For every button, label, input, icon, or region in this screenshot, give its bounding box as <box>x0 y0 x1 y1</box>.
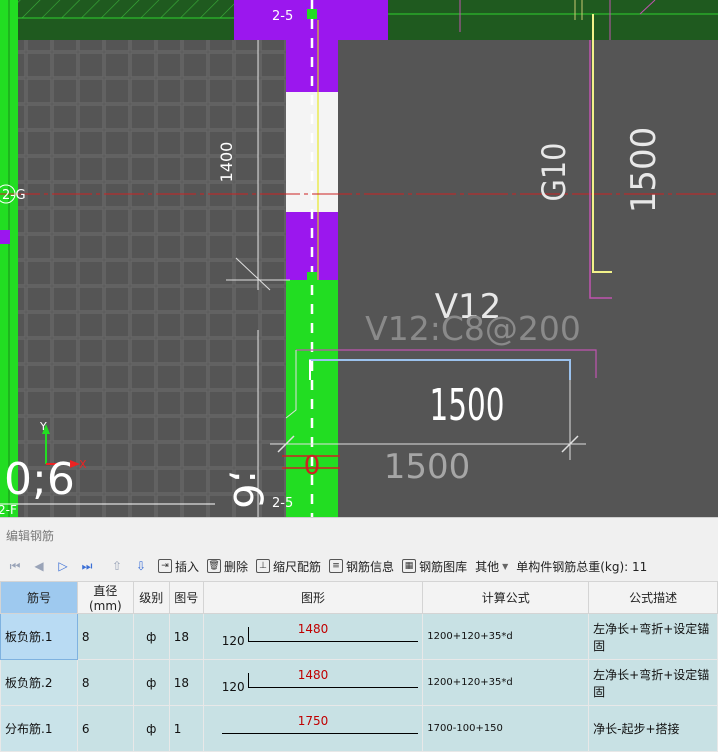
library-icon: ▦ <box>402 559 417 573</box>
shape-main-line <box>247 687 419 688</box>
g10-label: G10 <box>535 143 573 202</box>
ruler-icon: ⊥ <box>256 559 271 573</box>
shape-length[interactable]: 1750 <box>204 714 423 728</box>
diameter-cell[interactable]: 6 <box>76 705 134 752</box>
table-row[interactable]: 板负筋.1 8 ф 18 120 1480 1200+120+35*d 左净长+… <box>0 613 718 660</box>
info-list-icon: ≡ <box>329 559 344 573</box>
coordinate-text: 0;6 <box>4 454 75 505</box>
shape-cell[interactable]: 1750 <box>202 705 424 752</box>
total-weight-label: 单构件钢筋总重(kg): 11 <box>516 559 648 574</box>
rebar-table: 筋号 直径(mm) 级别 图号 图形 计算公式 公式描述 板负筋.1 8 ф 1… <box>0 581 718 752</box>
shape-length[interactable]: 1480 <box>204 622 423 636</box>
bar-name-cell[interactable]: 板负筋.1 <box>0 613 78 660</box>
scale-rebar-button[interactable]: ⊥ 缩尺配筋 <box>256 558 321 575</box>
col-header-formula[interactable]: 计算公式 <box>422 581 590 614</box>
dim-1500-a-label: 1500 <box>430 380 505 431</box>
grid-label-top: 2-5 <box>272 9 293 24</box>
grade-cell[interactable]: ф <box>132 613 170 660</box>
table-row[interactable]: 板负筋.2 8 ф 18 120 1480 1200+120+35*d 左净长+… <box>0 659 718 706</box>
formula-cell[interactable]: 1200+120+35*d <box>422 659 590 706</box>
svg-text:2-G: 2-G <box>2 188 26 203</box>
col-header-fig-no[interactable]: 图号 <box>168 581 204 614</box>
prev-record-icon[interactable]: ◀ <box>30 557 48 575</box>
table-header-row: 筋号 直径(mm) 级别 图号 图形 计算公式 公式描述 <box>0 581 718 614</box>
fig-no-cell[interactable]: 1 <box>168 705 204 752</box>
dim-1500-vertical-label: 1500 <box>624 127 664 214</box>
grid-label-bottom: 2-5 <box>272 496 293 511</box>
rebar-info-button[interactable]: ≡ 钢筋信息 <box>329 558 394 575</box>
move-down-icon[interactable]: ⇩ <box>132 557 150 575</box>
shape-cell[interactable]: 120 1480 <box>202 613 424 660</box>
bar-name-cell[interactable]: 分布筋.1 <box>0 705 78 752</box>
cad-drawing-canvas[interactable]: 1400 2-G G10 1500 V12 V12:C8@200 1500 15… <box>0 0 718 517</box>
next-record-icon[interactable]: ▷ <box>54 557 72 575</box>
other-dropdown[interactable]: 其他 ▼ <box>475 558 508 575</box>
shape-length[interactable]: 1480 <box>204 668 423 682</box>
grade-cell[interactable]: ф <box>132 659 170 706</box>
formula-cell[interactable]: 1700-100+150 <box>422 705 590 752</box>
coordinate-text-side: ;6 <box>224 470 270 509</box>
panel-title: 编辑钢筋 <box>6 529 55 543</box>
svg-text:0: 0 <box>304 451 321 481</box>
diameter-cell[interactable]: 8 <box>76 659 134 706</box>
grade-cell[interactable]: ф <box>132 705 170 752</box>
shape-hook-length: 120 <box>221 634 245 648</box>
dropdown-arrow-icon: ▼ <box>502 561 509 571</box>
shape-main-line <box>221 733 419 734</box>
rebar-toolbar: ⏮ ◀ ▷ ⏭ ⇧ ⇩ ⇥ 插入 🗑 删除 ⊥ 缩尺配筋 ≡ 钢筋信息 ▦ 钢筋… <box>0 553 718 579</box>
fig-no-cell[interactable]: 18 <box>168 659 204 706</box>
rebar-library-button[interactable]: ▦ 钢筋图库 <box>402 558 467 575</box>
col-header-grade[interactable]: 级别 <box>132 581 170 614</box>
desc-cell[interactable]: 左净长+弯折+设定锚固 <box>588 659 718 706</box>
col-header-shape[interactable]: 图形 <box>202 581 424 614</box>
insert-icon: ⇥ <box>158 559 172 573</box>
formula-cell[interactable]: 1200+120+35*d <box>422 613 590 660</box>
table-row[interactable]: 分布筋.1 6 ф 1 1750 1700-100+150 净长-起步+搭接 <box>0 705 718 752</box>
bar-name-cell[interactable]: 板负筋.2 <box>0 659 78 706</box>
col-header-bar-no[interactable]: 筋号 <box>0 581 78 614</box>
edit-rebar-panel: 编辑钢筋 ⏮ ◀ ▷ ⏭ ⇧ ⇩ ⇥ 插入 🗑 删除 ⊥ 缩尺配筋 ≡ 钢筋信息… <box>0 517 718 752</box>
delete-button[interactable]: 🗑 删除 <box>207 558 248 575</box>
desc-cell[interactable]: 左净长+弯折+设定锚固 <box>588 613 718 660</box>
first-record-icon[interactable]: ⏮ <box>6 557 24 575</box>
col-header-desc[interactable]: 公式描述 <box>588 581 718 614</box>
desc-cell[interactable]: 净长-起步+搭接 <box>588 705 718 752</box>
dim-1500-b-label: 1500 <box>384 447 471 487</box>
move-up-icon[interactable]: ⇧ <box>108 557 126 575</box>
fig-no-cell[interactable]: 18 <box>168 613 204 660</box>
trash-icon: 🗑 <box>207 559 222 573</box>
insert-button[interactable]: ⇥ 插入 <box>158 558 199 575</box>
axis-x-label: X <box>79 458 87 471</box>
last-record-icon[interactable]: ⏭ <box>78 557 96 575</box>
dim-1400-label: 1400 <box>217 142 236 183</box>
v12-spec-label: V12:C8@200 <box>365 309 581 348</box>
svg-text:2-F: 2-F <box>0 503 17 517</box>
shape-hook-length: 120 <box>221 680 245 694</box>
shape-cell[interactable]: 120 1480 <box>202 659 424 706</box>
axis-y-label: Y <box>39 420 47 433</box>
col-header-diameter[interactable]: 直径(mm) <box>76 581 134 614</box>
tile-pattern <box>18 40 286 517</box>
diameter-cell[interactable]: 8 <box>76 613 134 660</box>
shape-main-line <box>247 641 419 642</box>
